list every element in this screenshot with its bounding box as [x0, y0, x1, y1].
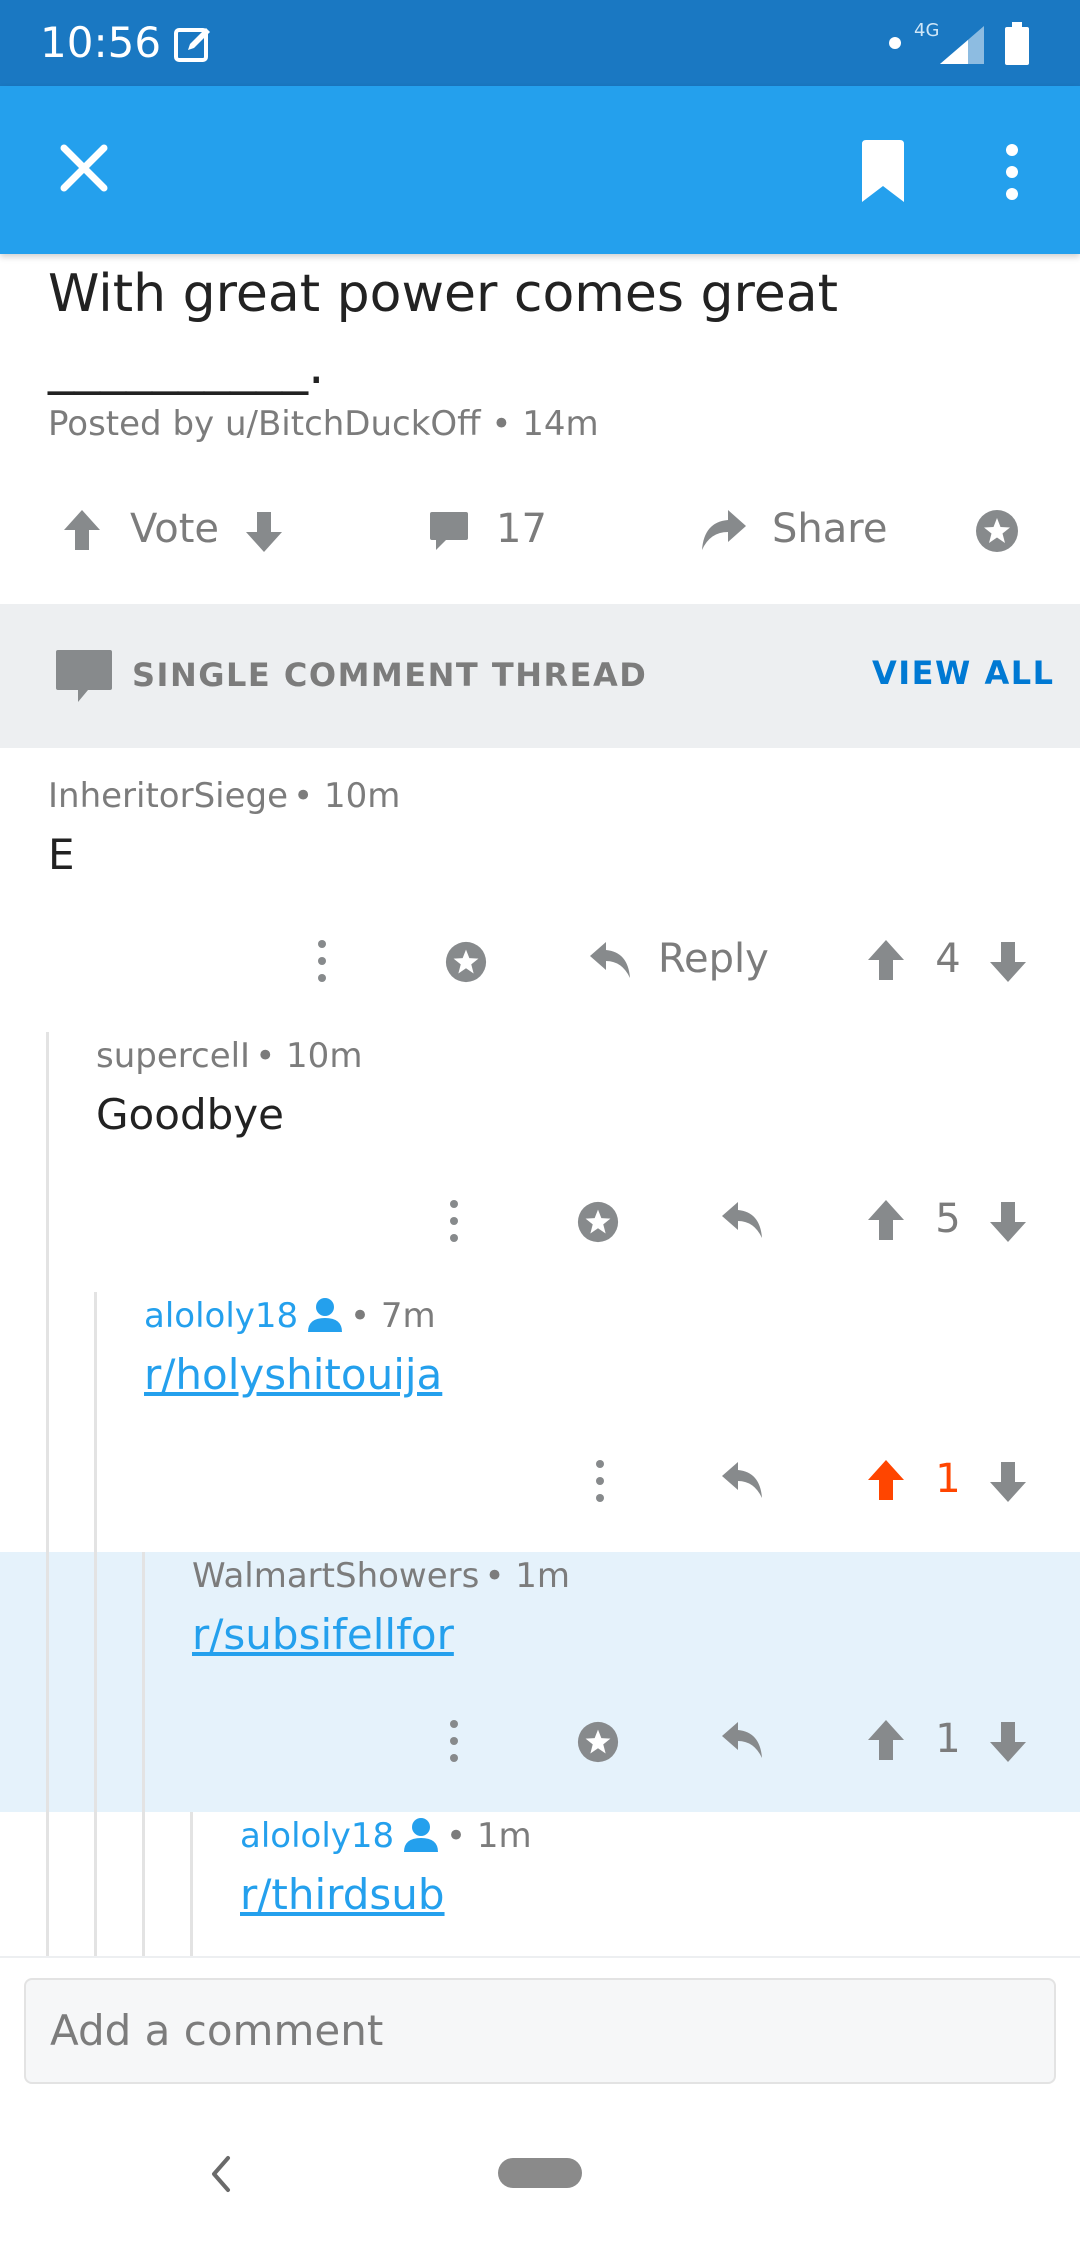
close-icon[interactable]	[56, 140, 112, 196]
back-icon[interactable]	[206, 2154, 236, 2194]
comment-input-placeholder: Add a comment	[50, 2006, 384, 2055]
battery-icon	[1005, 22, 1029, 65]
view-all-button[interactable]: VIEW ALL	[872, 654, 1055, 692]
comment-link[interactable]: r/subsifellfor	[192, 1610, 454, 1659]
comment-author[interactable]: InheritorSiege	[48, 776, 288, 816]
comment-thread-icon	[56, 650, 112, 702]
reply-icon[interactable]	[720, 1460, 764, 1500]
more-vertical-icon[interactable]	[312, 938, 332, 984]
downvote-icon[interactable]	[244, 510, 284, 554]
post-title: With great power comes great __________.	[48, 264, 839, 396]
network-type: 4G	[914, 20, 940, 41]
status-bar: 10:56 4G	[0, 0, 1080, 86]
comment-age: • 1m	[484, 1556, 571, 1596]
upvote-icon[interactable]	[62, 508, 102, 552]
comment-link[interactable]: r/holyshitouija	[144, 1350, 442, 1399]
share-label[interactable]: Share	[772, 506, 887, 552]
upvote-icon-active[interactable]	[866, 1458, 906, 1502]
user-icon	[404, 1818, 438, 1852]
downvote-icon[interactable]	[988, 1720, 1028, 1764]
comment-meta: supercelI • 10m	[96, 1036, 362, 1076]
post-author[interactable]: Posted by u/BitchDuckOff	[48, 404, 481, 444]
comment-author[interactable]: alololy18	[240, 1816, 394, 1856]
comment-body: E	[48, 830, 75, 879]
status-time: 10:56	[40, 18, 162, 67]
downvote-icon[interactable]	[988, 1200, 1028, 1244]
downvote-icon[interactable]	[988, 940, 1028, 984]
post-age: • 14m	[491, 404, 599, 444]
comment-age: • 10m	[293, 776, 401, 816]
comment-author[interactable]: alololy18	[144, 1296, 298, 1336]
comment-author[interactable]: supercelI	[96, 1036, 250, 1076]
comment-actions: 5	[0, 1186, 1080, 1256]
share-icon[interactable]	[700, 508, 748, 552]
post-actions: Vote 17 Share	[0, 496, 1080, 566]
upvote-icon[interactable]	[866, 1198, 906, 1242]
more-vertical-icon[interactable]	[444, 1198, 464, 1244]
comment-icon[interactable]	[428, 510, 470, 552]
reply-icon[interactable]	[588, 940, 632, 980]
more-vertical-icon[interactable]	[444, 1718, 464, 1764]
comment-count[interactable]: 17	[496, 506, 547, 552]
thread-line-4	[190, 1812, 193, 1956]
comment-body: Goodbye	[96, 1090, 284, 1139]
home-pill[interactable]	[498, 2158, 582, 2188]
downvote-icon[interactable]	[988, 1460, 1028, 1504]
thread-label: SINGLE COMMENT THREAD	[132, 656, 648, 694]
comment-age: • 10m	[255, 1036, 363, 1076]
dot-icon	[889, 37, 901, 49]
more-vertical-icon[interactable]	[590, 1458, 610, 1504]
edit-notification-icon	[174, 28, 210, 62]
comment-link[interactable]: r/thirdsub	[240, 1870, 445, 1919]
signal-icon	[940, 26, 984, 64]
system-nav-bar	[0, 2108, 1080, 2246]
comment-input[interactable]: Add a comment	[24, 1978, 1056, 2084]
comment-age: • 1m	[446, 1816, 532, 1856]
award-icon[interactable]	[974, 508, 1020, 554]
award-icon[interactable]	[576, 1720, 620, 1764]
reply-icon[interactable]	[720, 1200, 764, 1240]
reply-icon[interactable]	[720, 1720, 764, 1760]
vote-count: 1	[935, 1456, 961, 1502]
single-thread-bar: SINGLE COMMENT THREAD VIEW ALL	[0, 604, 1080, 748]
bookmark-icon[interactable]	[858, 140, 908, 202]
comment-meta: alololy18	[240, 1816, 394, 1856]
comment-author[interactable]: WalmartShowers	[192, 1556, 479, 1596]
comment-composer-bar: Add a comment	[0, 1956, 1080, 2108]
app-bar	[0, 86, 1080, 254]
comment-age: • 7m	[350, 1296, 436, 1336]
award-icon[interactable]	[444, 940, 488, 984]
vote-count: 4	[935, 936, 961, 982]
comment-meta: alololy18	[144, 1296, 298, 1336]
comment-meta: WalmartShowers • 1m	[192, 1556, 570, 1596]
reply-label[interactable]: Reply	[658, 936, 769, 982]
more-vertical-icon[interactable]	[1000, 142, 1024, 202]
comment-meta: InheritorSiege • 10m	[48, 776, 400, 816]
vote-label: Vote	[130, 506, 220, 552]
comment-actions: 1	[0, 1706, 1080, 1776]
user-icon	[308, 1298, 342, 1332]
thread-line-2	[94, 1292, 97, 1956]
post-meta: Posted by u/BitchDuckOff • 14m	[48, 404, 599, 444]
upvote-icon[interactable]	[866, 938, 906, 982]
vote-count: 5	[935, 1196, 961, 1242]
upvote-icon[interactable]	[866, 1718, 906, 1762]
award-icon[interactable]	[576, 1200, 620, 1244]
comment-actions: Reply 4	[0, 926, 1080, 996]
vote-count: 1	[935, 1716, 961, 1762]
comment-actions: 1	[0, 1446, 1080, 1516]
